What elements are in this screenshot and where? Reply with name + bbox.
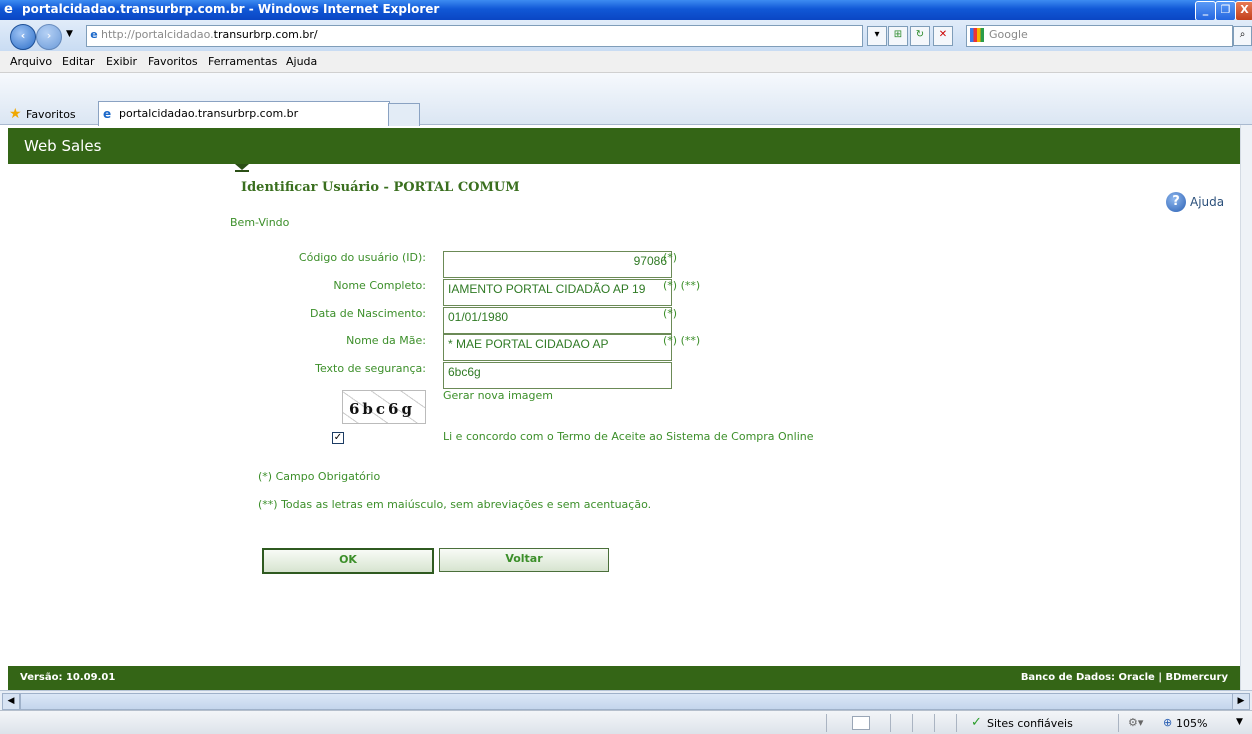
- welcome-text: Bem-Vindo: [230, 216, 290, 229]
- window-titlebar: e portalcidadao.transurbrp.com.br - Wind…: [0, 0, 1252, 21]
- page-icon: e: [90, 28, 98, 41]
- status-divider: [826, 714, 827, 732]
- page-header: Web Sales: [8, 128, 1240, 164]
- page-footer: Versão: 10.09.01 Banco de Dados: Oracle …: [8, 666, 1240, 690]
- vertical-scrollbar[interactable]: [1240, 125, 1252, 690]
- horizontal-scrollbar[interactable]: ◀ ▶: [0, 690, 1252, 710]
- page-status-icon: [852, 716, 870, 730]
- help-link[interactable]: Ajuda: [1190, 195, 1224, 209]
- back-button[interactable]: ‹: [10, 24, 36, 50]
- page-header-title: Web Sales: [24, 137, 102, 155]
- full-name-label: Nome Completo:: [333, 279, 426, 292]
- pointer-arrow-bar: [235, 170, 249, 172]
- forward-button[interactable]: ›: [36, 24, 62, 50]
- menu-arquivo[interactable]: Arquivo: [10, 55, 52, 68]
- menu-ferramentas[interactable]: Ferramentas: [208, 55, 277, 68]
- menu-exibir[interactable]: Exibir: [106, 55, 137, 68]
- scroll-thumb[interactable]: [20, 693, 1234, 710]
- menu-favoritos[interactable]: Favoritos: [148, 55, 198, 68]
- user-id-input[interactable]: 97086: [443, 251, 672, 278]
- mother-name-label: Nome da Mãe:: [346, 334, 426, 347]
- ie-tab-icon: e: [103, 107, 112, 121]
- history-dropdown-icon[interactable]: ▼: [66, 29, 73, 39]
- maximize-button[interactable]: ❐: [1215, 1, 1236, 21]
- address-toolbar: ‹ › ▼ e http://portalcidadao.transurbrp.c…: [0, 20, 1252, 51]
- tab-title: portalcidadao.transurbrp.com.br: [119, 107, 299, 120]
- birth-date-input[interactable]: 01/01/1980: [443, 307, 672, 334]
- status-divider: [934, 714, 935, 732]
- terms-label: Li e concordo com o Termo de Aceite ao S…: [443, 430, 814, 443]
- security-text-input[interactable]: 6bc6g: [443, 362, 672, 389]
- scroll-right-icon[interactable]: ▶: [1232, 693, 1250, 710]
- ie-logo-icon: e: [4, 2, 13, 17]
- required-note: (*) Campo Obrigatório: [258, 470, 381, 483]
- full-name-input[interactable]: IAMENTO PORTAL CIDADÃO AP 19: [443, 279, 672, 306]
- scroll-left-icon[interactable]: ◀: [2, 693, 20, 710]
- full-name-note: (*) (**): [663, 279, 701, 292]
- search-icon[interactable]: ⌕: [1233, 26, 1252, 46]
- url-prefix: http://portalcidadao.: [101, 28, 214, 41]
- version-text: Versão: 10.09.01: [20, 672, 116, 683]
- mother-name-input[interactable]: * MAE PORTAL CIDADAO AP: [443, 334, 672, 361]
- birth-date-note: (*): [663, 307, 678, 320]
- address-dropdown-button[interactable]: ▾: [867, 26, 887, 46]
- tab-portalcidadao[interactable]: e portalcidadao.transurbrp.com.br: [98, 101, 390, 126]
- user-id-label: Código do usuário (ID):: [298, 251, 426, 264]
- compatibility-view-icon[interactable]: ⊞: [888, 26, 908, 46]
- security-zone[interactable]: Sites confiáveis: [987, 717, 1073, 730]
- refresh-icon[interactable]: ↻: [910, 26, 930, 46]
- new-tab-button[interactable]: [388, 103, 420, 126]
- status-divider: [956, 714, 957, 732]
- search-input[interactable]: Google: [966, 25, 1233, 47]
- protected-mode-icon[interactable]: ⚙▾: [1128, 716, 1143, 729]
- zoom-dropdown-icon[interactable]: ▼: [1236, 717, 1243, 727]
- status-divider: [890, 714, 891, 732]
- page-title: Identificar Usuário - PORTAL COMUM: [241, 180, 520, 195]
- favorites-star-icon: ★: [9, 106, 22, 122]
- status-divider: [912, 714, 913, 732]
- favorites-bar: ★ Favoritos e portalcidadao.transurbrp.c…: [0, 73, 1252, 126]
- database-text: Banco de Dados: Oracle | BDmercury: [1020, 672, 1228, 683]
- captcha-text: 6bc6g: [349, 400, 415, 418]
- menu-ajuda[interactable]: Ajuda: [286, 55, 317, 68]
- mother-name-note: (*) (**): [663, 334, 701, 347]
- birth-date-label: Data de Nascimento:: [309, 307, 426, 320]
- terms-checkbox[interactable]: ✓: [332, 432, 344, 444]
- zoom-level[interactable]: 105%: [1176, 717, 1207, 730]
- security-text-label: Texto de segurança:: [315, 362, 426, 375]
- google-icon: [970, 28, 984, 42]
- url-domain: transurbrp.com.br/: [213, 28, 318, 41]
- window-title: portalcidadao.transurbrp.com.br - Window…: [22, 2, 440, 16]
- close-button[interactable]: X: [1235, 1, 1252, 21]
- trusted-check-icon: ✓: [971, 715, 982, 730]
- new-image-link[interactable]: Gerar nova imagem: [443, 389, 553, 402]
- zoom-icon: ⊕: [1163, 716, 1173, 729]
- user-id-note: (*): [663, 251, 678, 264]
- favorites-button[interactable]: Favoritos: [26, 108, 76, 121]
- ok-button[interactable]: OK: [262, 548, 434, 574]
- minimize-button[interactable]: _: [1195, 1, 1216, 21]
- address-bar[interactable]: e http://portalcidadao.transurbrp.com.br/: [86, 25, 863, 47]
- status-divider: [1118, 714, 1119, 732]
- back-button-form[interactable]: Voltar: [439, 548, 609, 572]
- search-placeholder: Google: [989, 28, 1028, 41]
- status-bar: ✓ Sites confiáveis ⚙▾ ⊕ 105% ▼: [0, 710, 1252, 734]
- stop-icon[interactable]: ✕: [933, 26, 953, 46]
- captcha-image: 6bc6g: [342, 390, 426, 424]
- help-icon[interactable]: ?: [1166, 192, 1186, 212]
- menu-bar: Arquivo Editar Exibir Favoritos Ferramen…: [0, 51, 1252, 73]
- menu-editar[interactable]: Editar: [62, 55, 95, 68]
- uppercase-note: (**) Todas as letras em maiúsculo, sem a…: [258, 498, 652, 511]
